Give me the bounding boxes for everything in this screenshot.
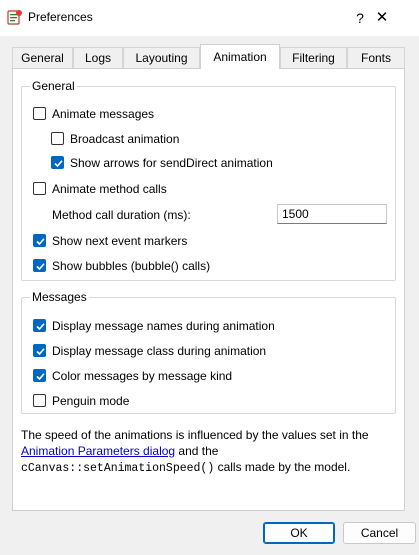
checkmark-icon: [54, 160, 63, 168]
cancel-button[interactable]: Cancel: [343, 522, 416, 544]
penguin-mode-label: Penguin mode: [52, 394, 130, 408]
info-text-3: calls made by the model.: [214, 460, 351, 474]
tab-filtering[interactable]: Filtering: [280, 47, 347, 68]
checkbox-box[interactable]: [33, 344, 46, 357]
title-bar: Preferences ? ✕: [0, 0, 419, 36]
checkbox-box[interactable]: [33, 107, 46, 120]
tab-layouting[interactable]: Layouting: [123, 47, 200, 68]
show-bubbles-label: Show bubbles (bubble() calls): [52, 259, 211, 273]
close-button[interactable]: ✕: [371, 7, 393, 29]
checkmark-icon: [36, 373, 45, 381]
animate-method-calls-label: Animate method calls: [52, 182, 167, 196]
show-next-event-markers-label: Show next event markers: [52, 234, 188, 248]
animation-speed-info: The speed of the animations is influence…: [21, 427, 391, 477]
checkbox-box[interactable]: [51, 156, 64, 169]
checkmark-icon: [36, 323, 45, 331]
display-message-names-label: Display message names during animation: [52, 319, 275, 333]
tab-animation[interactable]: Animation: [200, 44, 280, 69]
checkmark-icon: [36, 348, 45, 356]
messages-group: Messages Display message names during an…: [21, 290, 396, 414]
display-message-class-label: Display message class during animation: [52, 344, 267, 358]
preferences-app-icon: [7, 9, 23, 25]
animation-parameters-link[interactable]: Animation Parameters dialog: [21, 444, 175, 458]
checkbox-box[interactable]: [33, 259, 46, 272]
checkbox-box[interactable]: [33, 234, 46, 247]
checkbox-box[interactable]: [33, 182, 46, 195]
checkbox-box[interactable]: [51, 132, 64, 145]
animation-panel: General Animate messages Broadcast anima…: [12, 68, 405, 511]
broadcast-animation-label: Broadcast animation: [70, 132, 180, 146]
help-button[interactable]: ?: [349, 7, 371, 29]
tab-general[interactable]: General: [12, 47, 73, 68]
window-title: Preferences: [28, 10, 93, 24]
checkbox-box[interactable]: [33, 319, 46, 332]
method-call-duration-input[interactable]: [277, 204, 387, 224]
checkbox-box[interactable]: [33, 369, 46, 382]
method-call-duration-label: Method call duration (ms):: [52, 208, 191, 222]
tab-strip: General Logs Layouting Animation Filteri…: [12, 44, 405, 69]
show-arrows-label: Show arrows for sendDirect animation: [70, 156, 273, 170]
ok-button[interactable]: OK: [263, 522, 335, 544]
color-messages-by-kind-label: Color messages by message kind: [52, 369, 233, 383]
checkmark-icon: [36, 263, 45, 271]
tab-fonts[interactable]: Fonts: [347, 47, 405, 68]
info-text-2: and the: [175, 444, 219, 458]
general-group-title: General: [30, 79, 77, 93]
messages-group-title: Messages: [30, 290, 89, 304]
tab-logs[interactable]: Logs: [73, 47, 123, 68]
info-text-1: The speed of the animations is influence…: [21, 428, 369, 442]
info-code: cCanvas::setAnimationSpeed(): [21, 462, 215, 475]
animate-messages-label: Animate messages: [52, 107, 155, 121]
general-group: General Animate messages Broadcast anima…: [21, 79, 396, 281]
checkbox-box[interactable]: [33, 394, 46, 407]
checkmark-icon: [36, 238, 45, 246]
